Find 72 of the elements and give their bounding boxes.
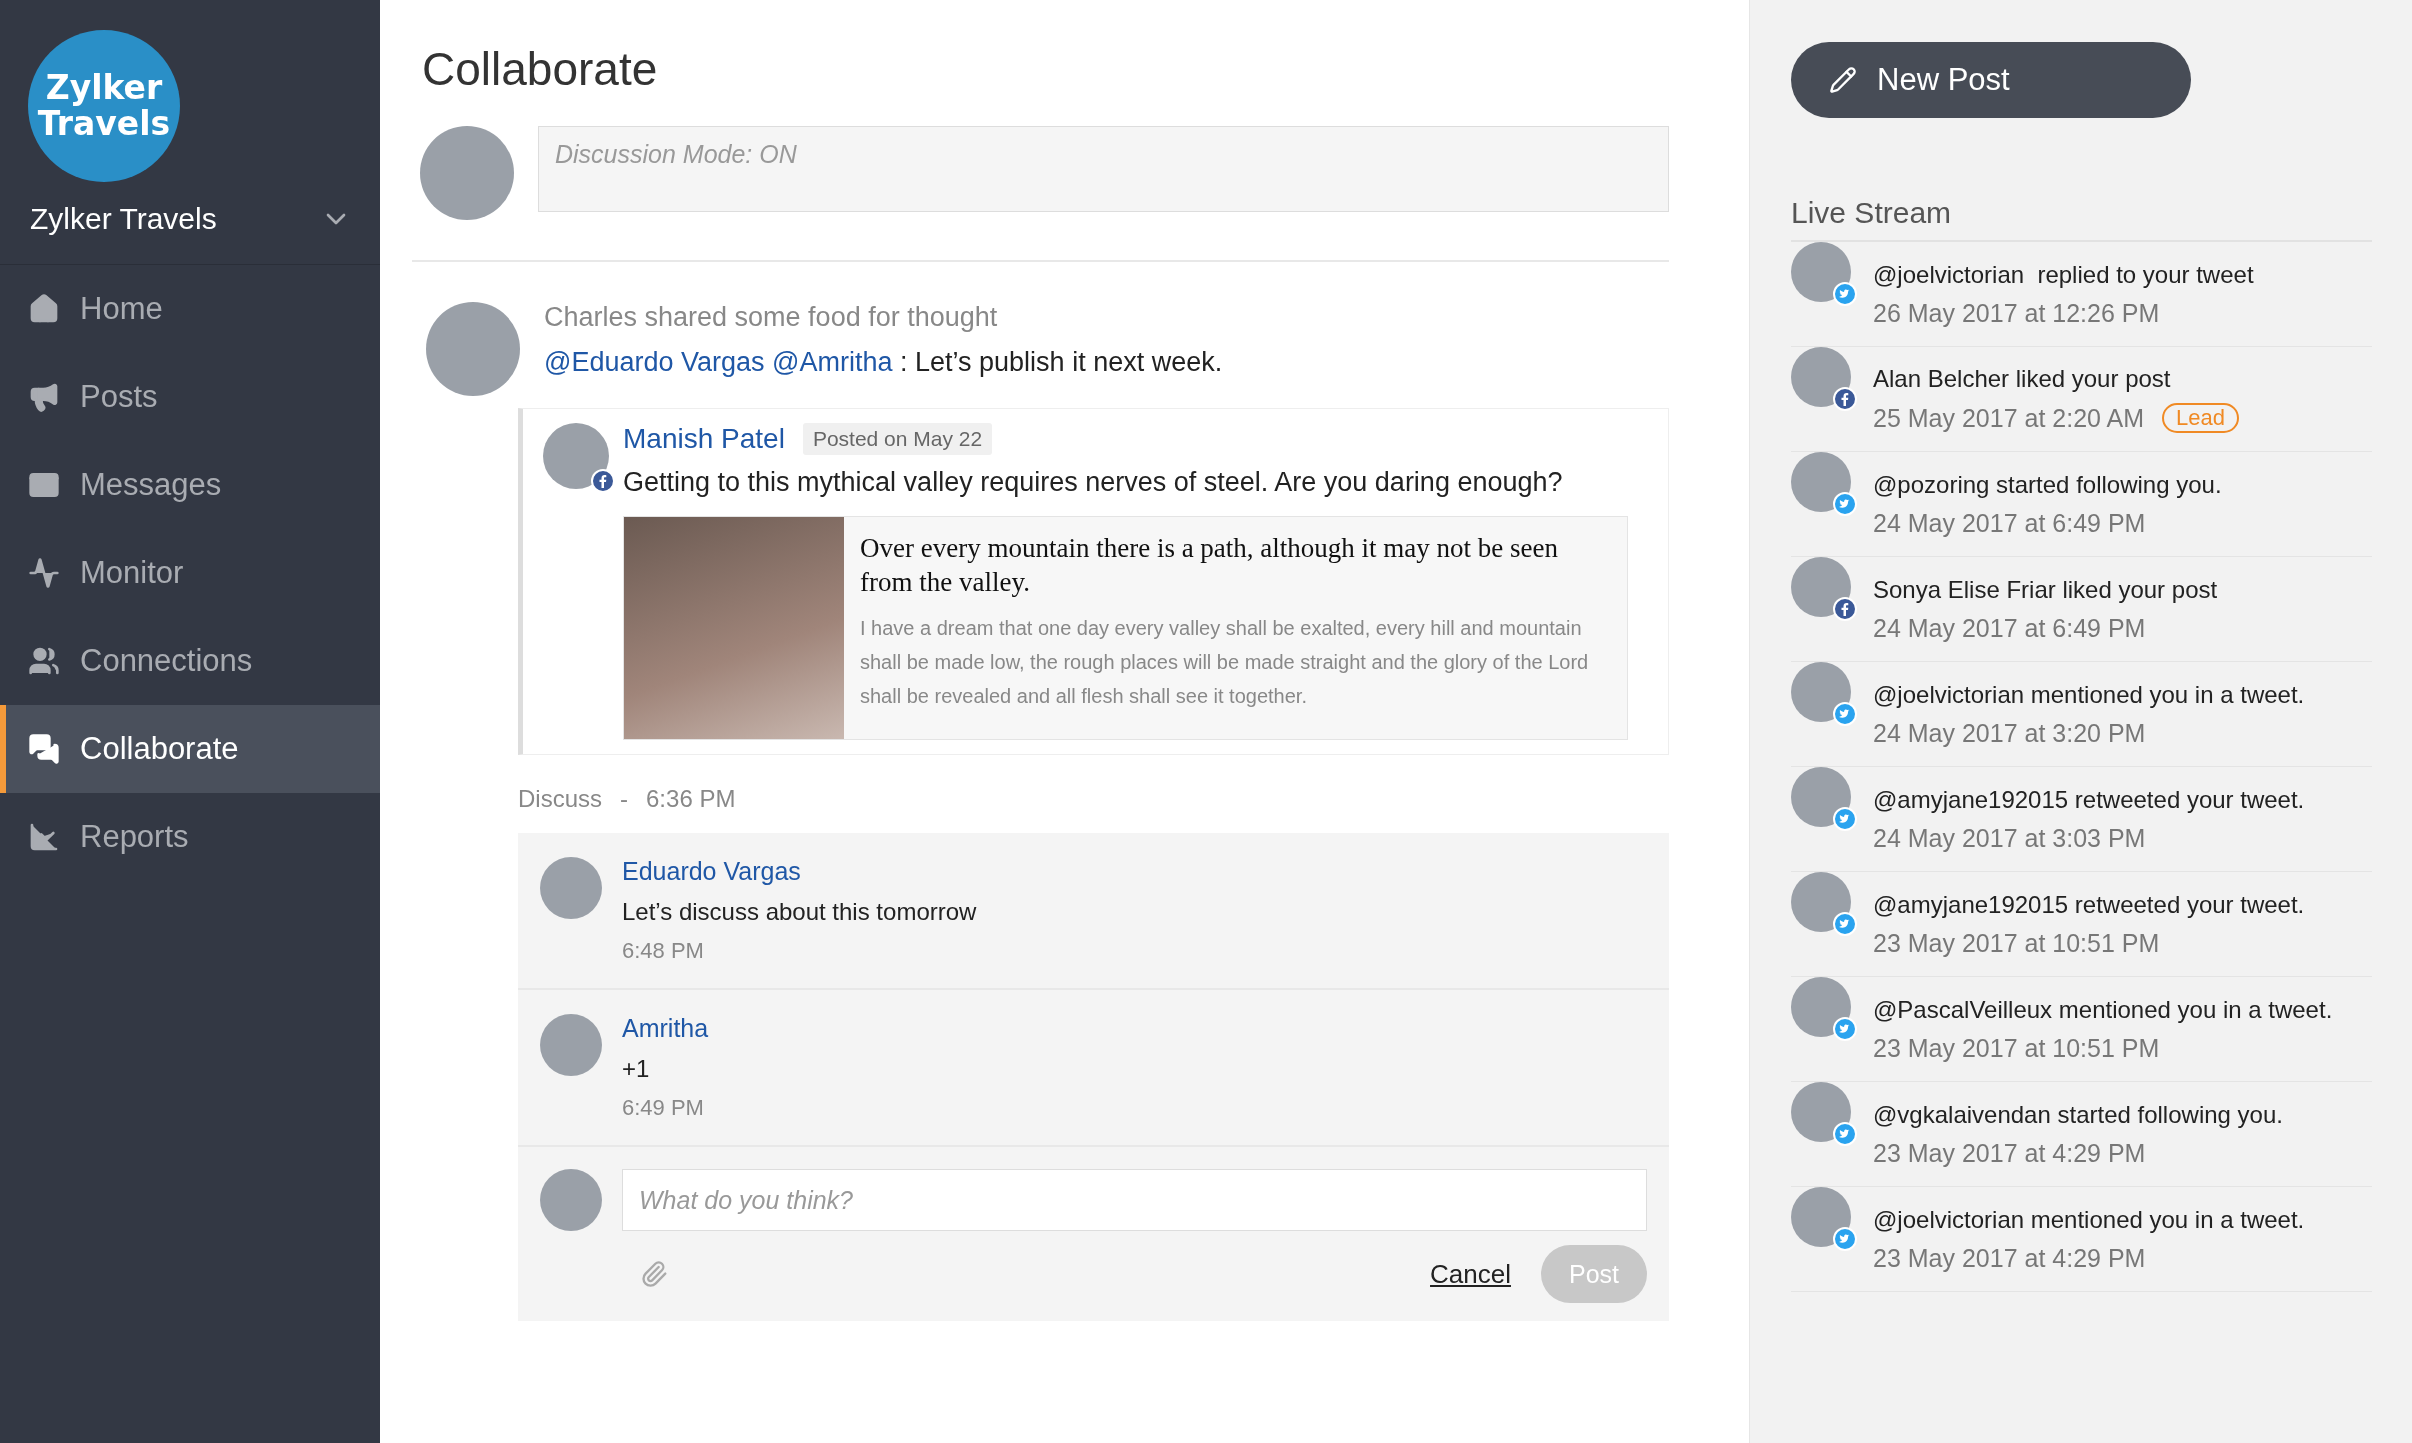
link-description: I have a dream that one day every valley shall be exalted, every hill and mountain shall be made low, the rough places will be made straight and the glory of the Lord shall be revealed and all flesh shall see it together. [860,616,1590,709]
logo-text: Zylker [45,70,163,106]
discussion-field[interactable]: Discussion Mode: ON [538,126,1669,212]
sidebar-item[interactable]: Messages [0,441,380,529]
comment-author[interactable]: Eduardo Vargas [622,857,1647,886]
section-title: Live Stream [1791,196,2372,242]
avatar [1791,767,1851,827]
activity-date: 24 May 2017 at 6:49 PM [1873,508,2146,538]
activity-text: Alan Belcher liked your post [1873,365,2172,393]
activity-text: Sonya Elise Friar liked your post [1873,575,2218,604]
activity-date: 23 May 2017 at 4:29 PM [1873,1138,2146,1168]
activity-text: @vgkalaivendan started following you. [1873,1100,2283,1129]
post-headline: Charles shared some food for thought [544,302,999,333]
logo-text: Travels [37,106,171,142]
avatar [1791,872,1851,932]
avatar [1791,1082,1851,1142]
nav-icon [28,293,60,325]
nav-icon [28,381,60,413]
sidebar-item[interactable]: Posts [0,353,380,441]
avatar [1791,452,1851,512]
activity-text: @PascalVeilleux mentioned you in a tweet. [1873,995,2333,1024]
sidebar-item[interactable]: Home [0,265,380,353]
comment-time: 6:48 PM [622,938,705,964]
link-preview-card[interactable] [623,516,1628,740]
post-message: @Eduardo Vargas @Amritha : Let’s publish it next week. [544,347,1224,378]
sidebar-item[interactable]: Collaborate [0,705,380,793]
avatar [1791,242,1851,302]
activity-date: 24 May 2017 at 3:03 PM [1873,823,2146,853]
activity-date: 24 May 2017 at 6:49 PM [1873,613,2146,643]
sidebar-item[interactable]: Monitor [0,529,380,617]
activity-date: 26 May 2017 at 12:26 PM [1873,298,2160,328]
author-link[interactable]: Manish Patel [623,423,785,455]
activity-text: @amyjane192015 retweeted your tweet. [1873,785,2305,814]
discuss-label: Discuss [518,785,602,813]
nav-icon [28,557,60,589]
nav-icon [28,733,60,765]
mention-link[interactable]: @Eduardo Vargas [544,347,765,377]
mention-link[interactable]: @Amritha [772,347,893,377]
posted-date: Posted on May 22 [802,423,993,455]
avatar [1791,977,1851,1037]
avatar [1791,557,1851,617]
nav-icon [28,821,60,853]
page-title: Collaborate [422,42,659,96]
discuss-time: 6:36 PM [646,785,736,813]
activity-date: 23 May 2017 at 4:29 PM [1873,1243,2146,1273]
comment-text: +1 [622,1055,651,1083]
paperclip-icon[interactable] [640,1260,668,1288]
activity-text: @joelvictorian mentioned you in a tweet. [1873,680,2305,709]
activity-date: 23 May 2017 at 10:51 PM [1873,928,2160,958]
comment-author[interactable]: Amritha [622,1014,1647,1043]
post-text: Getting to this mythical valley requires nerves of steel. Are you daring enough? [623,467,1564,498]
lead-tag: Lead [2162,403,2239,433]
avatar [1791,347,1851,407]
activity-text: @joelvictorian replied to your tweet [1873,260,2254,289]
activity-text: @joelvictorian mentioned you in a tweet. [1873,1205,2305,1234]
sidebar-item[interactable]: Connections [0,617,380,705]
activity-date: 23 May 2017 at 10:51 PM [1873,1033,2160,1063]
brand-name: Zylker Travels [30,202,217,236]
separator: - [620,785,628,813]
activity-date: 24 May 2017 at 3:20 PM [1873,718,2146,748]
pencil-icon [1829,66,1857,94]
new-post-button[interactable]: New Post [1791,42,2191,118]
avatar [1791,662,1851,722]
comment-text: Let’s discuss about this tomorrow [622,898,978,926]
sidebar-item[interactable]: Reports [0,793,380,881]
activity-date: 25 May 2017 at 2:20 AM [1873,403,2144,433]
link-title: Over every mountain there is a path, although it may not be seen from the valley. [860,532,1560,599]
avatar [1791,1187,1851,1247]
comment-time: 6:49 PM [622,1095,705,1121]
activity-text: @pozoring started following you. [1873,470,2222,499]
nav-icon [28,645,60,677]
activity-text: @amyjane192015 retweeted your tweet. [1873,890,2305,919]
